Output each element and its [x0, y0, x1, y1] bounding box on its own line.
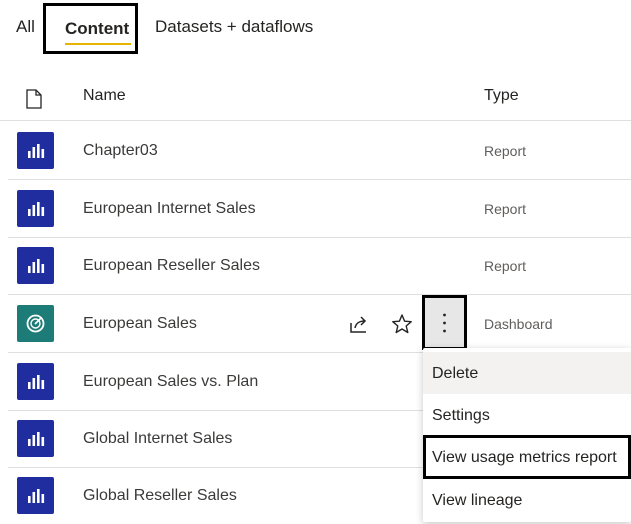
menu-item-view-usage-metrics-report[interactable]: View usage metrics report	[423, 435, 631, 479]
item-name-link[interactable]: European Internet Sales	[83, 200, 256, 218]
menu-item-view-lineage[interactable]: View lineage	[423, 479, 631, 521]
item-type: Report	[484, 143, 527, 159]
menu-item-label: Settings	[432, 407, 490, 424]
active-tab-indicator	[65, 43, 131, 45]
item-type: Report	[484, 201, 527, 217]
file-icon	[26, 89, 42, 109]
dashboard-gauge-icon	[17, 305, 54, 342]
item-name-link[interactable]: European Reseller Sales	[83, 257, 260, 275]
report-bar-chart-icon	[17, 420, 54, 457]
item-name-link[interactable]: Chapter03	[83, 142, 158, 160]
column-header-type[interactable]: Type	[484, 87, 519, 105]
table-row[interactable]: European Internet Sales Report	[8, 180, 631, 238]
menu-item-delete[interactable]: Delete	[423, 352, 631, 394]
item-name-link[interactable]: European Sales	[83, 315, 197, 333]
context-menu: Delete Settings View usage metrics repor…	[423, 348, 631, 522]
report-bar-chart-icon	[17, 363, 54, 400]
item-type: Report	[484, 258, 527, 274]
more-options-button[interactable]	[422, 295, 467, 350]
report-bar-chart-icon	[17, 132, 54, 169]
item-name-link[interactable]: European Sales vs. Plan	[83, 373, 258, 391]
table-row[interactable]: European Reseller Sales Report	[8, 237, 631, 295]
item-name-link[interactable]: Global Internet Sales	[83, 430, 232, 448]
item-name-link[interactable]: Global Reseller Sales	[83, 487, 237, 505]
more-options-icon	[443, 313, 446, 333]
column-header-name[interactable]: Name	[83, 87, 126, 105]
table-header: Name Type	[0, 70, 631, 121]
tab-all[interactable]: All	[16, 17, 35, 37]
report-bar-chart-icon	[17, 190, 54, 227]
menu-item-label: Delete	[432, 365, 479, 382]
tab-content[interactable]: Content	[43, 3, 138, 54]
menu-item-label: View lineage	[432, 492, 523, 509]
report-bar-chart-icon	[17, 247, 54, 284]
report-bar-chart-icon	[17, 477, 54, 514]
menu-item-label: View usage metrics report	[432, 449, 617, 466]
item-type: Dashboard	[484, 316, 553, 332]
table-row[interactable]: Chapter03 Report	[8, 122, 631, 180]
tab-content-label: Content	[65, 19, 130, 38]
star-icon[interactable]	[391, 313, 413, 335]
menu-item-settings[interactable]: Settings	[423, 394, 631, 436]
share-icon[interactable]	[348, 313, 370, 335]
content-tabs: All Content Datasets + dataflows	[0, 0, 631, 58]
table-row[interactable]: European Sales Dashboard	[8, 295, 631, 353]
tab-datasets-dataflows[interactable]: Datasets + dataflows	[155, 17, 313, 37]
